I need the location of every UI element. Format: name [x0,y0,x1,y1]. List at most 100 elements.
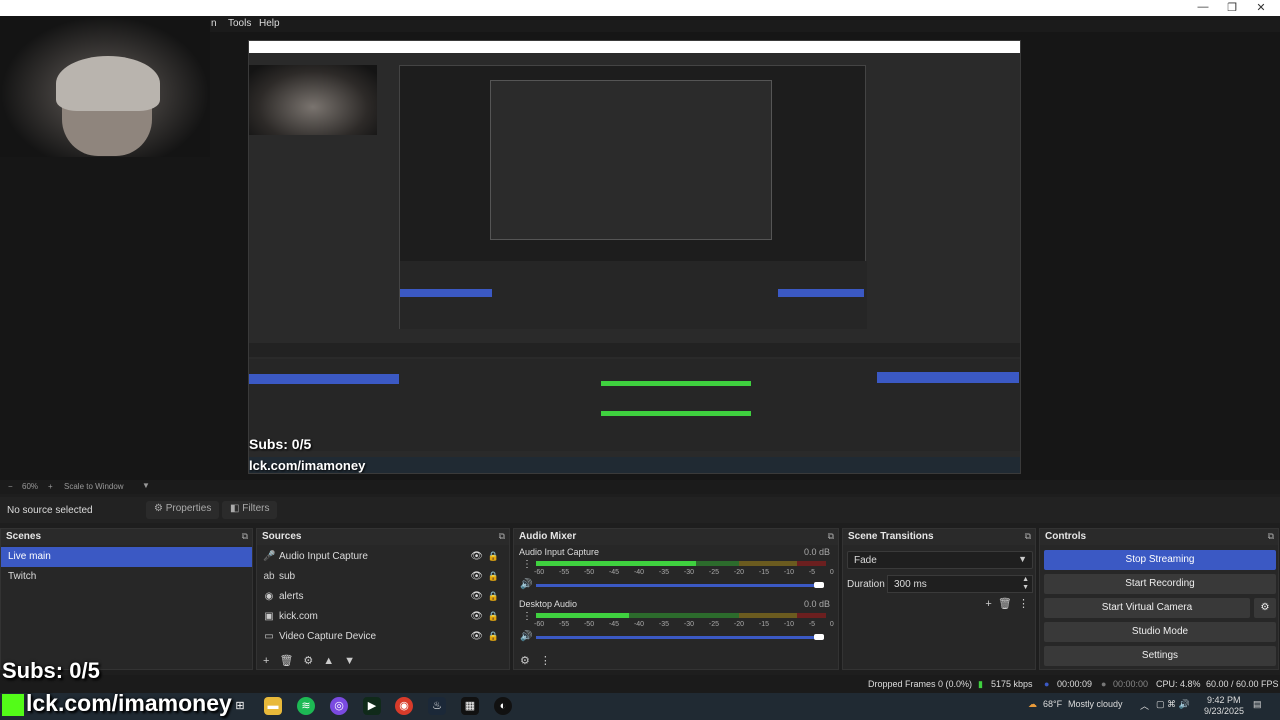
cpu-usage: CPU: 4.8% [1156,679,1201,689]
clock-date[interactable]: 9/23/2025 [1204,706,1244,716]
trash-icon[interactable]: 🗑 [998,598,1012,610]
chevron-down-icon: ▼ [1018,554,1027,564]
meter-tick-label: -25 [708,569,720,576]
speaker-icon[interactable]: 🔊 [520,579,532,590]
undock-icon[interactable]: ⧉ [242,531,248,542]
undock-icon[interactable]: ⧉ [828,531,834,542]
task-view-icon[interactable]: ⊞ [231,697,249,715]
kebab-menu-icon[interactable]: ⋮ [522,559,532,570]
undock-icon[interactable]: ⧉ [1268,531,1274,542]
start-virtual-camera-button[interactable]: Start Virtual Camera [1044,598,1250,618]
kebab-menu-icon[interactable]: ⋮ [540,655,551,667]
volume-slider[interactable] [536,582,824,588]
weather-desc[interactable]: Mostly cloudy [1068,699,1123,709]
source-item-video-capture[interactable]: ▭ Video Capture Device 👁 🔒 [257,627,509,647]
lock-icon[interactable]: 🔒 [488,631,499,642]
file-explorer-icon[interactable]: ▬ [264,697,282,715]
lock-icon[interactable]: 🔒 [488,611,499,622]
weather-temp[interactable]: 68°F [1043,699,1062,709]
meter-tick-label: -10 [783,621,794,628]
scale-to-window[interactable]: Scale to Window [64,482,124,491]
kebab-menu-icon[interactable]: ⋮ [1018,598,1029,610]
gear-icon[interactable]: ⚙ [520,655,530,667]
undock-icon[interactable]: ⧉ [499,531,505,542]
move-down-icon[interactable]: ▼ [344,655,355,667]
trash-icon[interactable]: 🗑 [279,655,293,667]
mixer-toolbar: ⚙ ⋮ [520,654,561,667]
eye-icon[interactable]: 👁 [470,591,483,602]
filters-button[interactable]: ◧ Filters [222,501,278,519]
chevron-up-icon[interactable]: ︿ [1140,699,1149,712]
stepper-icon[interactable]: ▲ ▼ [1022,576,1029,592]
meter-tick-label: -45 [608,621,620,628]
settings-button[interactable]: Settings [1044,646,1276,666]
steam-icon[interactable]: ♨ [428,697,446,715]
start-recording-button[interactable]: Start Recording [1044,574,1276,594]
eye-icon[interactable]: 👁 [470,571,483,582]
close-button[interactable]: ✕ [1246,1,1276,14]
gear-icon[interactable]: ⚙ [303,655,313,667]
studio-mode-button[interactable]: Studio Mode [1044,622,1276,642]
scene-item-twitch[interactable]: Twitch [1,567,252,587]
chrome-icon[interactable]: ◉ [395,697,413,715]
source-item-sub[interactable]: ab sub 👁 🔒 [257,567,509,587]
menu-item-help[interactable]: Help [259,18,280,29]
controls-title: Controls [1045,531,1087,542]
scene-item-live-main[interactable]: Live main [1,547,252,567]
chevron-down-icon[interactable]: ▼ [142,481,150,490]
lock-icon[interactable]: 🔒 [488,551,499,562]
transition-select[interactable]: Fade ▼ [847,551,1033,569]
scene-transitions-dock: Scene Transitions ⧉ Fade ▼ Duration 300 ms… [842,528,1036,670]
zoom-in-icon[interactable]: + [48,482,53,491]
no-source-label: No source selected [7,505,93,516]
eye-icon[interactable]: 👁 [470,631,483,642]
meter-tick-label: -15 [758,621,769,628]
browser-icon: ▣ [264,611,274,622]
menu-item-partial[interactable]: n [211,18,217,29]
tray-icons[interactable]: ▢ ⌘ 🔊 [1156,699,1190,710]
clock-time[interactable]: 9:42 PM [1207,695,1241,705]
eye-icon[interactable]: 👁 [470,551,483,562]
obs-icon[interactable]: ◐ [494,697,512,715]
add-icon[interactable]: + [263,655,269,667]
notification-icon[interactable]: ▤ [1253,699,1262,710]
preview-canvas[interactable]: Subs: 0/5 lck.com/imamoney [248,40,1021,474]
terminal-icon[interactable]: ▶ [363,697,381,715]
channel-name: Audio Input Capture [519,547,600,557]
virtual-camera-settings-button[interactable]: ⚙ [1254,598,1276,618]
volume-knob[interactable] [814,582,824,588]
meter-tick-label: -60 [534,569,545,576]
move-up-icon[interactable]: ▲ [323,655,334,667]
minimize-button[interactable]: — [1188,1,1218,13]
add-icon[interactable]: + [985,598,991,610]
volume-slider[interactable] [536,634,824,640]
level-meter [536,613,826,618]
webcam-feed [0,16,210,157]
eye-icon[interactable]: 👁 [470,611,483,622]
duration-input[interactable]: 300 ms ▲ ▼ [887,575,1033,593]
duration-label: Duration [847,579,885,590]
call-of-duty-icon[interactable]: ▦ [461,697,479,715]
volume-knob[interactable] [814,634,824,640]
source-item-kick[interactable]: ▣ kick.com 👁 🔒 [257,607,509,627]
speaker-icon[interactable]: 🔊 [520,631,532,642]
source-item-alerts[interactable]: ◉ alerts 👁 🔒 [257,587,509,607]
zoom-out-icon[interactable]: − [8,482,13,491]
mixer-channel-desktop-audio: Desktop Audio 0.0 dB ⋮ -60 -55 -50 -45 -40 -3… [514,597,838,649]
properties-button[interactable]: ⚙ Properties [146,501,220,519]
kebab-menu-icon[interactable]: ⋮ [522,611,532,622]
messenger-icon[interactable]: ◎ [330,697,348,715]
lock-icon[interactable]: 🔒 [488,571,499,582]
stop-streaming-button[interactable]: Stop Streaming [1044,550,1276,570]
source-item-audio-input[interactable]: 🎤 Audio Input Capture 👁 🔒 [257,547,509,567]
meter-tick-label: -10 [783,569,794,576]
maximize-button[interactable]: ❐ [1217,1,1247,14]
stream-time: 00:00:09 [1057,679,1093,689]
nested-subs-overlay: Subs: 0/5 [249,436,312,452]
lock-icon[interactable]: 🔒 [488,591,499,602]
sources-title: Sources [262,531,302,542]
meter-tick-label: -60 [534,621,545,628]
menu-item-tools[interactable]: Tools [228,18,251,29]
undock-icon[interactable]: ⧉ [1025,531,1031,542]
spotify-icon[interactable]: ≋ [297,697,315,715]
